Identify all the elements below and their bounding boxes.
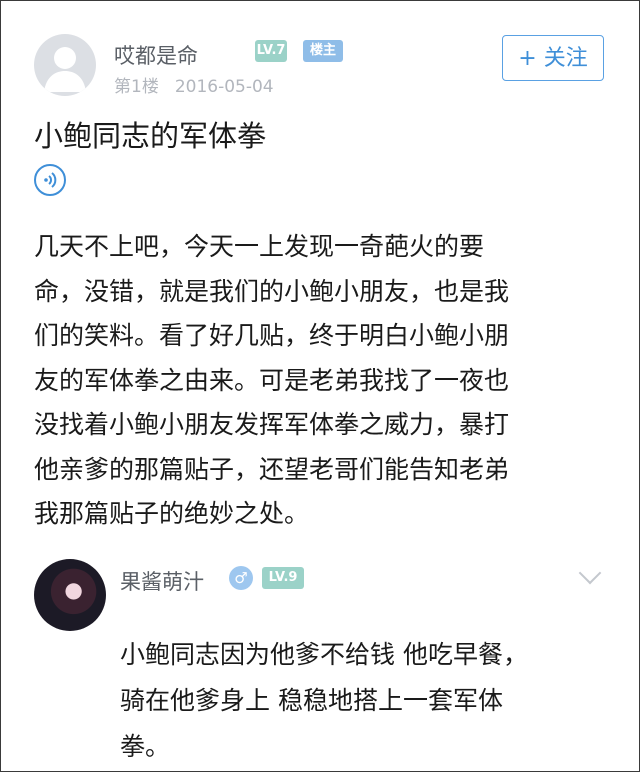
reply-body-line: 拳。 [120, 732, 171, 761]
reply-body-line: 小鲍同志因为他爹不给钱 他吃早餐， [120, 640, 528, 669]
floor-number: 第1楼 [114, 77, 159, 97]
post-meta: 第1楼 2016-05-04 [114, 72, 274, 97]
reply-level-badge: LV.9 [262, 567, 304, 589]
post-body-line: 没找着小鲍小朋友发挥军体拳之威力，暴打 [34, 410, 510, 439]
author-avatar[interactable] [34, 34, 96, 96]
post-body: 几天不上吧，今天一上发现一奇葩火的要 命，没错，就是我们的小鲍小朋友，也是我 们… [34, 225, 614, 537]
post-body-line: 他亲爹的那篇贴子，还望老哥们能告知老弟 [34, 454, 510, 484]
post-title: 小鲍同志的军体拳 [34, 119, 267, 153]
post-date: 2016-05-04 [174, 77, 274, 97]
sound-wave-icon [44, 172, 57, 188]
default-avatar-icon [44, 47, 86, 92]
male-gender-icon: ♂ [229, 566, 253, 590]
author-name[interactable]: 哎都是命 [114, 40, 198, 70]
follow-button[interactable]: + 关注 [502, 35, 604, 81]
reply-body: 小鲍同志因为他爹不给钱 他吃早餐， 骑在他爹身上 稳稳地搭上一套军体 拳。 [120, 632, 620, 770]
post-body-line: 命，没错，就是我们的小鲍小朋友，也是我 [34, 276, 510, 306]
post-body-line: 友的军体拳之由来。可是老弟我找了一夜也 [34, 365, 510, 395]
level-badge: LV.7 [255, 40, 287, 62]
reply-avatar[interactable] [34, 559, 106, 631]
reply-author-name[interactable]: 果酱萌汁 [120, 566, 204, 596]
louzhu-badge: 楼主 [303, 40, 343, 62]
post-body-line: 们的笑料。看了好几贴，终于明白小鲍小朋 [34, 321, 510, 350]
post-body-line: 几天不上吧，今天一上发现一奇葩火的要 [34, 232, 485, 261]
voice-icon[interactable] [34, 164, 66, 196]
reply-body-line: 骑在他爹身上 稳稳地搭上一套军体 [120, 686, 503, 715]
post-body-line: 我那篇贴子的绝妙之处。 [34, 499, 310, 528]
